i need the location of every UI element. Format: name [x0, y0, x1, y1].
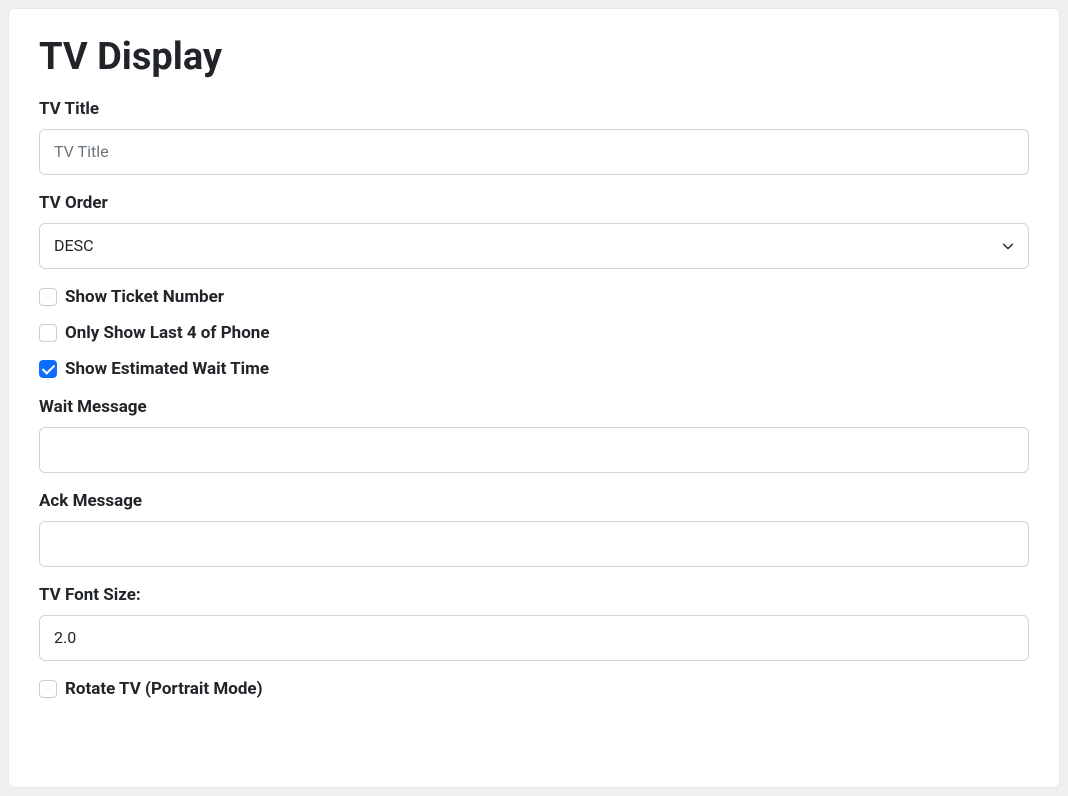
ack-message-label: Ack Message	[39, 491, 1029, 511]
tv-title-label: TV Title	[39, 99, 1029, 119]
show-estimated-wait-label[interactable]: Show Estimated Wait Time	[65, 359, 269, 379]
wait-message-group: Wait Message	[39, 397, 1029, 473]
tv-font-size-group: TV Font Size:	[39, 585, 1029, 661]
only-last-4-checkbox[interactable]	[39, 324, 57, 342]
rotate-tv-checkbox[interactable]	[39, 680, 57, 698]
tv-order-select[interactable]: DESC	[39, 223, 1029, 269]
tv-title-group: TV Title	[39, 99, 1029, 175]
tv-display-card: TV Display TV Title TV Order DESC Show T…	[8, 8, 1060, 788]
tv-font-size-input[interactable]	[39, 615, 1029, 661]
show-ticket-number-label[interactable]: Show Ticket Number	[65, 287, 224, 307]
ack-message-input[interactable]	[39, 521, 1029, 567]
wait-message-label: Wait Message	[39, 397, 1029, 417]
ack-message-group: Ack Message	[39, 491, 1029, 567]
only-last-4-label[interactable]: Only Show Last 4 of Phone	[65, 323, 270, 343]
show-estimated-wait-checkbox[interactable]	[39, 360, 57, 378]
tv-font-size-label: TV Font Size:	[39, 585, 1029, 605]
tv-title-input[interactable]	[39, 129, 1029, 175]
display-options: Show Ticket Number Only Show Last 4 of P…	[39, 287, 1029, 379]
tv-order-label: TV Order	[39, 193, 1029, 213]
rotate-tv-label[interactable]: Rotate TV (Portrait Mode)	[65, 679, 263, 699]
page-title: TV Display	[39, 35, 1029, 81]
tv-order-group: TV Order DESC	[39, 193, 1029, 269]
show-ticket-number-checkbox[interactable]	[39, 288, 57, 306]
wait-message-input[interactable]	[39, 427, 1029, 473]
